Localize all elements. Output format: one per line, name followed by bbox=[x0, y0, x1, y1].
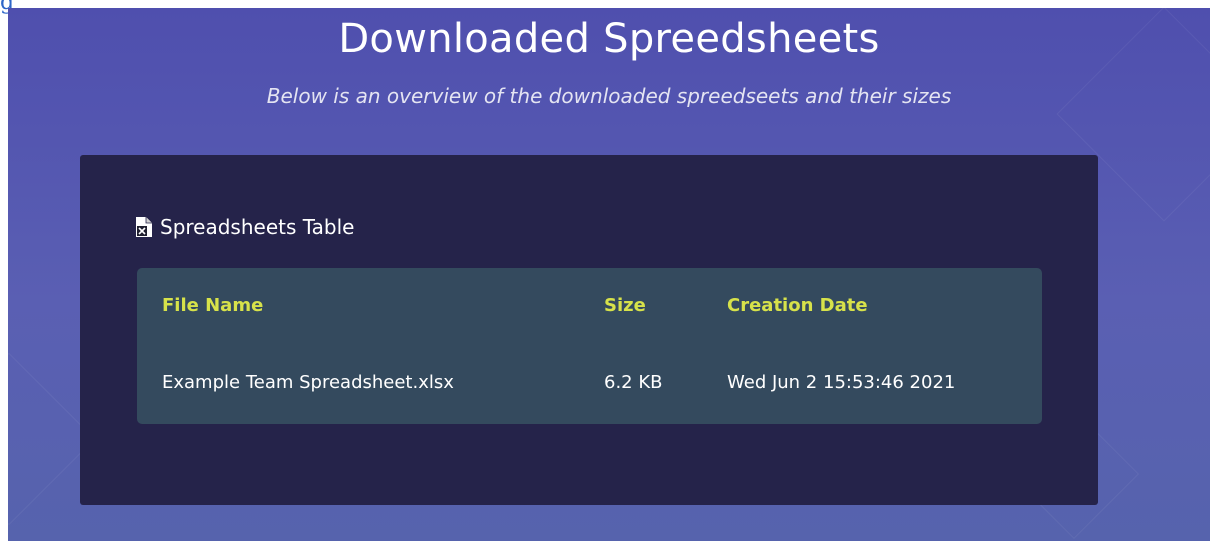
page-title: Downloaded Spreedsheets bbox=[338, 16, 880, 62]
column-header-file-name: File Name bbox=[162, 295, 264, 316]
main-panel: Downloaded Spreedsheets Below is an over… bbox=[8, 8, 1210, 541]
card-title: Spreadsheets Table bbox=[160, 215, 355, 239]
cell-creation-date: Wed Jun 2 15:53:46 2021 bbox=[727, 372, 956, 393]
cell-size: 6.2 KB bbox=[604, 372, 663, 393]
cell-file-name[interactable]: Example Team Spreadsheet.xlsx bbox=[162, 372, 454, 393]
card-header: Spreadsheets Table bbox=[134, 215, 354, 239]
spreadsheets-table: File Name Size Creation Date Example Tea… bbox=[137, 268, 1042, 424]
column-header-creation-date: Creation Date bbox=[727, 295, 868, 316]
spreadsheets-card: Spreadsheets Table File Name Size Creati… bbox=[80, 155, 1098, 505]
column-header-size: Size bbox=[604, 295, 646, 316]
excel-file-icon bbox=[134, 216, 154, 238]
page-subtitle: Below is an overview of the downloaded s… bbox=[266, 84, 952, 108]
